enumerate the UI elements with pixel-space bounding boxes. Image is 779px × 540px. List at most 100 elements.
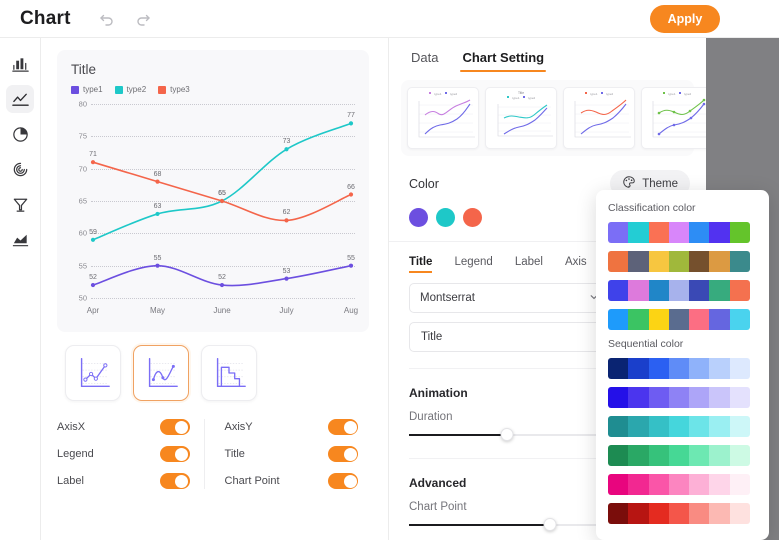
sequential-palette-4[interactable] bbox=[608, 445, 750, 466]
chart-template-3[interactable]: type1 type2 bbox=[563, 87, 635, 149]
classification-palette-4[interactable] bbox=[608, 309, 750, 330]
font-family-select[interactable]: Montserrat bbox=[409, 283, 610, 313]
palette-swatch bbox=[689, 358, 710, 379]
title-text-value: Title bbox=[421, 331, 443, 343]
subtab-axis[interactable]: Axis bbox=[565, 256, 587, 273]
sidebar-item-area-chart[interactable] bbox=[6, 225, 34, 253]
chart-template-4[interactable]: type1 type2 bbox=[641, 87, 706, 149]
data-point[interactable] bbox=[348, 263, 354, 268]
history-controls bbox=[97, 9, 153, 29]
palette-swatch bbox=[729, 222, 750, 243]
sidebar-item-funnel-chart[interactable] bbox=[6, 190, 34, 218]
palette-swatch bbox=[648, 280, 669, 301]
page-title: Chart bbox=[20, 7, 71, 29]
classification-palette-1[interactable] bbox=[608, 222, 750, 243]
palette-swatch bbox=[709, 474, 730, 495]
classification-palette-list bbox=[608, 222, 757, 330]
toggle-axisy[interactable] bbox=[328, 419, 358, 435]
data-point[interactable] bbox=[90, 237, 96, 242]
data-point[interactable] bbox=[348, 192, 354, 197]
sequential-palette-5[interactable] bbox=[608, 474, 750, 495]
sidebar-item-line-chart[interactable] bbox=[6, 85, 34, 113]
legend-swatch bbox=[158, 85, 167, 94]
slider-thumb[interactable] bbox=[500, 428, 514, 441]
data-point[interactable] bbox=[90, 160, 96, 165]
subtab-title[interactable]: Title bbox=[409, 256, 433, 273]
toggle-chart-point[interactable] bbox=[328, 473, 358, 489]
toggle-row-legend: Legend bbox=[57, 446, 204, 462]
data-point[interactable] bbox=[219, 282, 225, 288]
toggle-label[interactable] bbox=[159, 473, 190, 489]
sidebar-item-pie-chart[interactable] bbox=[6, 120, 34, 148]
chart-style-line-step[interactable] bbox=[201, 345, 257, 401]
palette-swatch bbox=[628, 503, 649, 524]
toggle-column-left: AxisX Legend Label bbox=[57, 419, 204, 489]
theme-button-label: Theme bbox=[642, 177, 678, 190]
subtab-label[interactable]: Label bbox=[515, 256, 543, 273]
chart-legend: type1 type2 type3 bbox=[71, 85, 355, 94]
sidebar-item-bar-chart[interactable] bbox=[6, 50, 34, 78]
x-axis-tick: July bbox=[279, 306, 294, 315]
chart-plot: 50 55 60 65 70 75 80 52 55 52 53 55 59 63 65 73 77 71 68 65… bbox=[71, 98, 358, 320]
classification-palette-3[interactable] bbox=[608, 280, 750, 301]
legend-label: type2 bbox=[126, 85, 147, 94]
data-label: 66 bbox=[347, 183, 355, 191]
tab-chart-setting[interactable]: Chart Setting bbox=[460, 50, 546, 72]
palette-swatch bbox=[608, 251, 629, 272]
legend-item[interactable]: type2 bbox=[114, 85, 147, 94]
data-point[interactable] bbox=[284, 218, 289, 223]
x-axis-tick: June bbox=[213, 306, 231, 315]
toggle-label: Title bbox=[224, 448, 245, 460]
palette-swatch bbox=[668, 503, 690, 524]
palette-swatch bbox=[628, 445, 649, 466]
data-point[interactable] bbox=[90, 282, 96, 288]
palette-swatch bbox=[729, 358, 750, 379]
legend-item[interactable]: type1 bbox=[71, 85, 103, 94]
app-header: Chart Apply bbox=[0, 0, 779, 38]
color-swatch-2[interactable] bbox=[436, 208, 455, 227]
undo-icon[interactable] bbox=[97, 9, 117, 29]
data-point[interactable] bbox=[284, 147, 289, 152]
chart-type-rail bbox=[0, 38, 41, 540]
slider-thumb[interactable] bbox=[543, 518, 556, 531]
palette-swatch bbox=[689, 416, 710, 437]
sequential-palette-2[interactable] bbox=[608, 387, 750, 408]
sequential-palette-3[interactable] bbox=[608, 416, 750, 437]
toggle-title[interactable] bbox=[328, 446, 358, 462]
toggle-legend[interactable] bbox=[159, 446, 190, 462]
subtab-legend[interactable]: Legend bbox=[454, 256, 492, 273]
data-point[interactable] bbox=[219, 198, 225, 204]
data-point[interactable] bbox=[155, 179, 160, 184]
data-point[interactable] bbox=[284, 276, 289, 281]
chart-template-list: type1 type2 Title type1 type2 type1 type… bbox=[401, 80, 706, 156]
apply-button[interactable]: Apply bbox=[650, 5, 720, 33]
palette-swatch bbox=[648, 251, 669, 272]
toggle-axisx[interactable] bbox=[159, 419, 190, 435]
data-point[interactable] bbox=[348, 121, 354, 126]
chart-template-1[interactable]: type1 type2 bbox=[407, 87, 479, 149]
color-section-label: Color bbox=[409, 176, 439, 191]
color-swatch-1[interactable] bbox=[409, 208, 428, 227]
color-swatch-3[interactable] bbox=[463, 208, 482, 227]
legend-item[interactable]: type3 bbox=[158, 85, 190, 94]
chart-template-2[interactable]: Title type1 type2 bbox=[485, 87, 557, 149]
chart-style-line-angular[interactable] bbox=[65, 345, 121, 401]
legend-label: type3 bbox=[170, 85, 190, 94]
palette-swatch bbox=[668, 445, 690, 466]
palette-swatch bbox=[729, 503, 750, 524]
sidebar-item-spiral-chart[interactable] bbox=[6, 155, 34, 183]
data-label: 55 bbox=[153, 254, 162, 262]
data-label: 73 bbox=[282, 138, 291, 146]
classification-palette-2[interactable] bbox=[608, 251, 750, 272]
data-label: 63 bbox=[153, 202, 162, 210]
chart-style-line-smooth[interactable] bbox=[133, 345, 189, 401]
palette-swatch bbox=[668, 387, 690, 408]
sequential-palette-1[interactable] bbox=[608, 358, 750, 379]
data-point[interactable] bbox=[155, 211, 160, 217]
palette-swatch bbox=[689, 445, 710, 466]
data-point[interactable] bbox=[155, 263, 160, 268]
sequential-palette-6[interactable] bbox=[608, 503, 750, 524]
template-legend: type1 type2 bbox=[411, 92, 475, 96]
tab-data[interactable]: Data bbox=[411, 50, 438, 72]
redo-icon[interactable] bbox=[133, 9, 153, 29]
